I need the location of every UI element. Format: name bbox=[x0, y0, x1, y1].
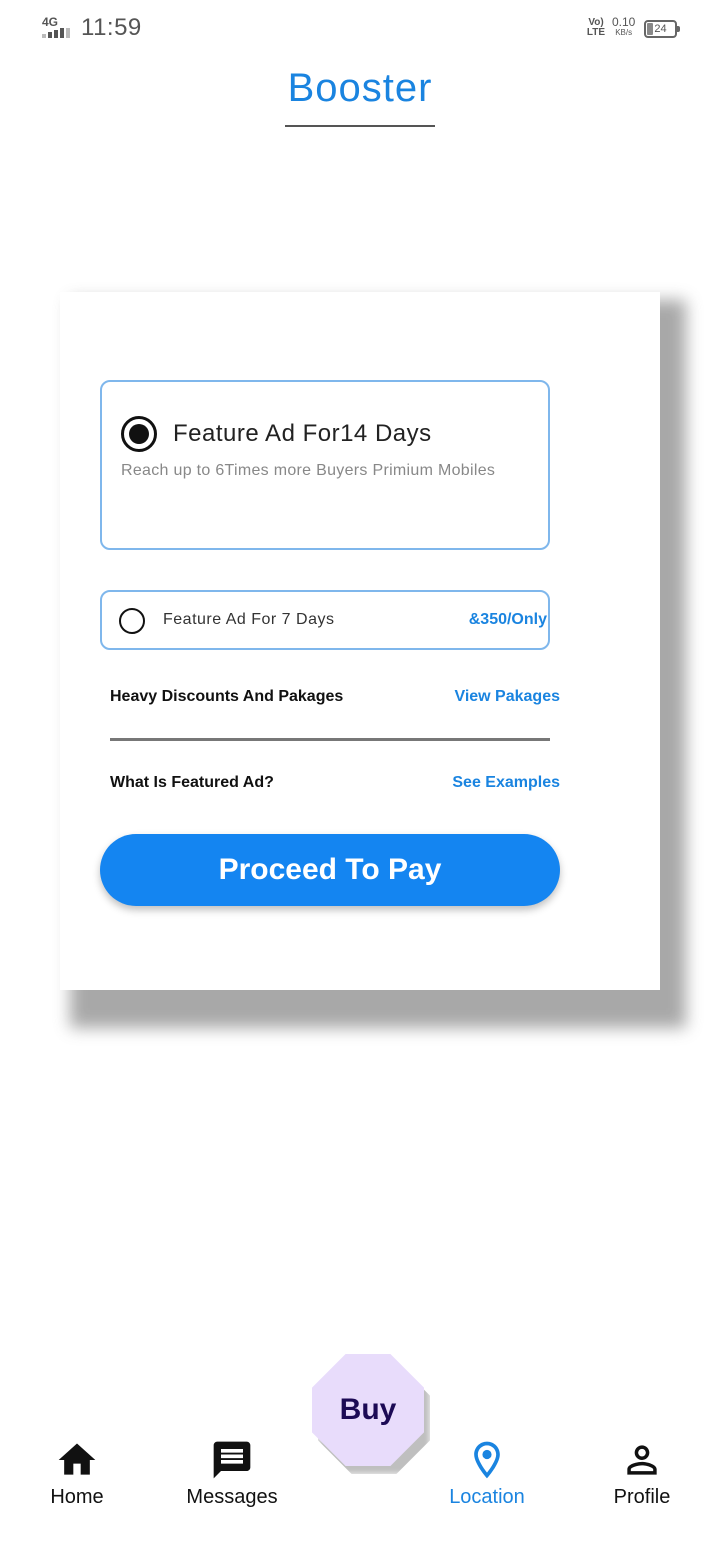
network-speed-unit: KB/s bbox=[615, 28, 633, 37]
nav-home-label: Home bbox=[50, 1486, 104, 1508]
network-type: 4G bbox=[42, 15, 59, 29]
battery-level: 24 bbox=[654, 23, 667, 35]
person-icon bbox=[627, 1445, 657, 1475]
nav-location[interactable]: Location bbox=[417, 1430, 557, 1509]
battery-icon: 24 bbox=[644, 20, 680, 38]
option-7-days-price: &350/Only bbox=[468, 611, 547, 628]
option-7-days[interactable]: Feature Ad For 7 Days &350/Only bbox=[100, 590, 550, 650]
nav-messages-label: Messages bbox=[186, 1486, 278, 1508]
booster-card: Feature Ad For14 Days Reach up to 6Times… bbox=[60, 292, 660, 990]
proceed-to-pay-button[interactable]: Proceed To Pay bbox=[100, 834, 560, 906]
nav-profile[interactable]: Profile bbox=[572, 1430, 712, 1509]
option-14-days-title: Feature Ad For14 Days bbox=[173, 420, 432, 447]
title-underline bbox=[285, 125, 435, 127]
nav-home[interactable]: Home bbox=[7, 1430, 147, 1509]
home-icon bbox=[58, 1443, 96, 1475]
signal-icon bbox=[42, 28, 70, 38]
view-packages-link[interactable]: View Pakages bbox=[454, 688, 560, 706]
packages-label: Heavy Discounts And Pakages bbox=[110, 688, 344, 705]
nav-messages[interactable]: Messages bbox=[162, 1430, 302, 1509]
volte-indicator: Vo) LTE bbox=[586, 17, 606, 38]
status-bar: 4G 11:59 Vo) LTE 0.10 KB/s 24 bbox=[0, 0, 720, 56]
network-speed: 0.10 KB/s bbox=[612, 16, 635, 38]
location-pin-icon bbox=[474, 1441, 500, 1479]
see-examples-link[interactable]: See Examples bbox=[452, 774, 560, 792]
option-14-days-subtitle: Reach up to 6Times more Buyers Primium M… bbox=[121, 462, 496, 479]
divider bbox=[110, 738, 550, 741]
bottom-nav: Home Messages Location Profile bbox=[0, 1430, 720, 1544]
radio-selected[interactable] bbox=[121, 416, 157, 452]
nav-profile-label: Profile bbox=[613, 1486, 671, 1508]
status-time: 11:59 bbox=[81, 14, 142, 41]
featured-ad-label: What Is Featured Ad? bbox=[110, 774, 274, 791]
option-7-days-title: Feature Ad For 7 Days bbox=[163, 611, 335, 628]
message-icon bbox=[213, 1441, 251, 1479]
radio-unselected[interactable] bbox=[119, 608, 145, 634]
nav-location-label: Location bbox=[449, 1486, 525, 1508]
network-speed-value: 0.10 bbox=[612, 15, 636, 29]
option-14-days[interactable]: Feature Ad For14 Days Reach up to 6Times… bbox=[100, 380, 550, 550]
page-title: Booster bbox=[287, 66, 433, 110]
